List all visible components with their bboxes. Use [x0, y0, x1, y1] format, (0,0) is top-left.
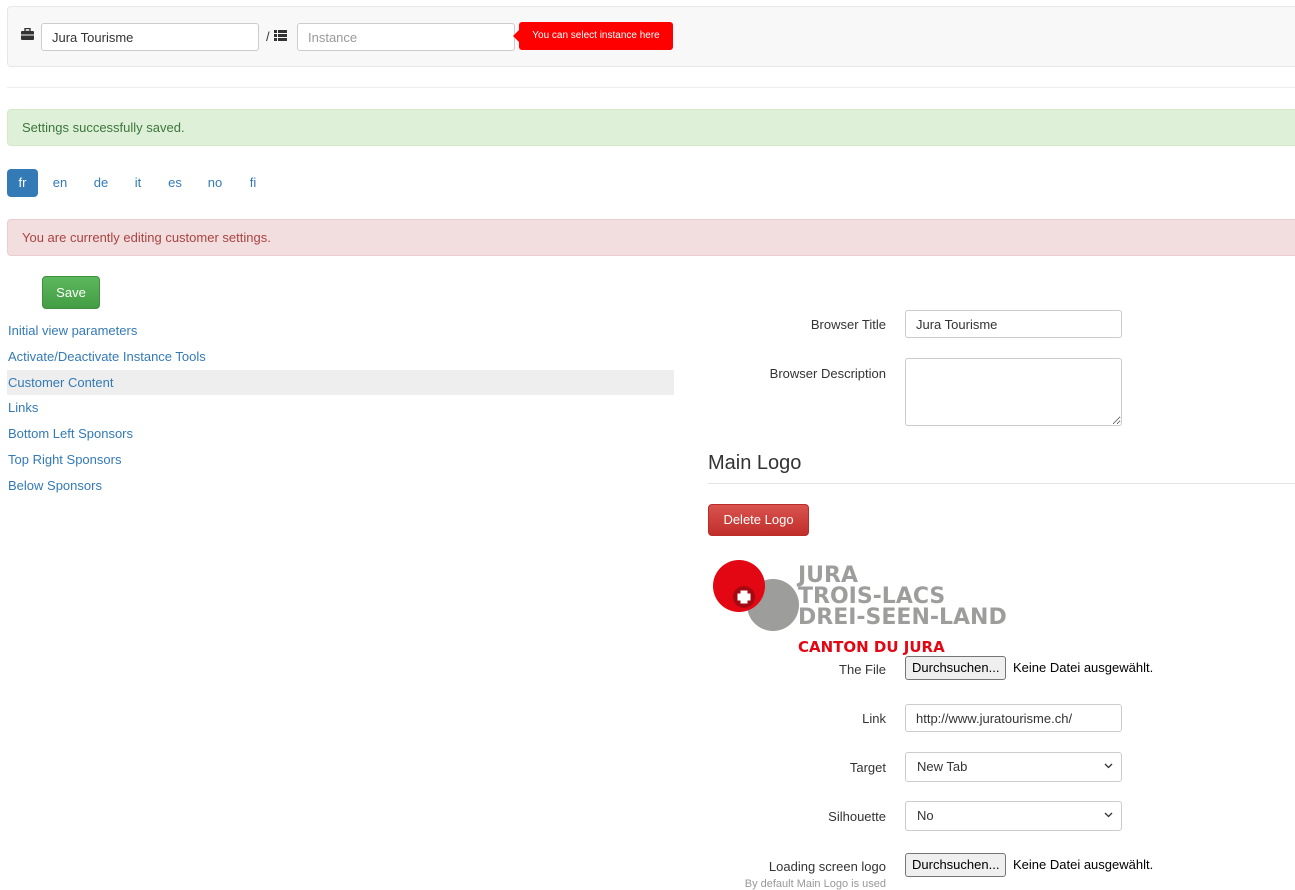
sidebar-item-top-right-sponsors[interactable]: Top Right Sponsors — [7, 447, 674, 473]
sidebar-item-customer-content[interactable]: Customer Content — [7, 369, 674, 396]
silhouette-select[interactable]: No — [905, 801, 1122, 831]
separator: / — [266, 29, 270, 44]
lang-tab-no[interactable]: no — [203, 169, 227, 197]
lang-tab-it[interactable]: it — [129, 169, 147, 197]
lang-tab-es[interactable]: es — [163, 169, 187, 197]
browser-title-input[interactable] — [905, 310, 1122, 338]
lang-tab-de[interactable]: de — [89, 169, 113, 197]
link-input[interactable] — [905, 704, 1122, 732]
main-logo-image: JURA TROIS-LACS DREI-SEEN-LAND CANTON DU… — [713, 560, 1007, 655]
sidebar-item-links[interactable]: Links — [7, 395, 674, 421]
section-divider — [708, 483, 1295, 484]
instance-tooltip: You can select instance here — [513, 22, 673, 50]
logo-line-3: DREI-SEEN-LAND — [798, 605, 1007, 630]
delete-logo-button[interactable]: Delete Logo — [708, 504, 809, 536]
instance-input[interactable] — [297, 23, 515, 51]
file-label: The File — [839, 662, 886, 677]
browser-description-label: Browser Description — [769, 366, 886, 381]
main-logo-heading: Main Logo — [708, 452, 802, 474]
loading-logo-status: Keine Datei ausgewählt. — [1013, 857, 1154, 872]
file-status: Keine Datei ausgewählt. — [1013, 660, 1154, 675]
logo-canton: CANTON DU JURA — [798, 638, 945, 655]
editing-alert: You are currently editing customer setti… — [7, 219, 1295, 256]
lang-tab-fi[interactable]: fi — [245, 169, 261, 197]
lang-tab-fr[interactable]: fr — [7, 169, 38, 197]
file-browse-button[interactable]: Durchsuchen... — [905, 656, 1007, 680]
customer-input[interactable] — [41, 23, 259, 51]
chevron-down-icon — [1104, 763, 1113, 769]
lang-tab-en[interactable]: en — [48, 169, 72, 197]
silhouette-label: Silhouette — [828, 809, 886, 824]
instance-selector-bar: / You can select instance here — [7, 6, 1295, 67]
target-select-value: New Tab — [917, 759, 968, 774]
target-label: Target — [849, 760, 886, 775]
browser-title-label: Browser Title — [810, 317, 886, 332]
divider — [7, 87, 1295, 88]
briefcase-icon — [21, 28, 34, 40]
save-button[interactable]: Save — [42, 276, 100, 309]
browser-description-textarea[interactable] — [905, 358, 1122, 426]
success-alert: Settings successfully saved. — [7, 109, 1295, 146]
sidebar-item-bottom-left-sponsors[interactable]: Bottom Left Sponsors — [7, 421, 674, 447]
sidebar-item-initial-view[interactable]: Initial view parameters — [7, 318, 674, 344]
target-select[interactable]: New Tab — [905, 752, 1122, 782]
sidebar-item-below-sponsors[interactable]: Below Sponsors — [7, 473, 674, 499]
loading-logo-label: Loading screen logo — [768, 859, 886, 874]
sidebar-item-instance-tools[interactable]: Activate/Deactivate Instance Tools — [7, 344, 674, 370]
list-icon — [274, 30, 287, 41]
settings-sidebar: Initial view parameters Activate/Deactiv… — [7, 318, 674, 499]
loading-logo-help: By default Main Logo is used — [744, 878, 886, 890]
loading-logo-browse-button[interactable]: Durchsuchen... — [905, 853, 1007, 877]
silhouette-select-value: No — [917, 808, 934, 823]
link-label: Link — [862, 711, 886, 726]
chevron-down-icon — [1104, 812, 1113, 818]
